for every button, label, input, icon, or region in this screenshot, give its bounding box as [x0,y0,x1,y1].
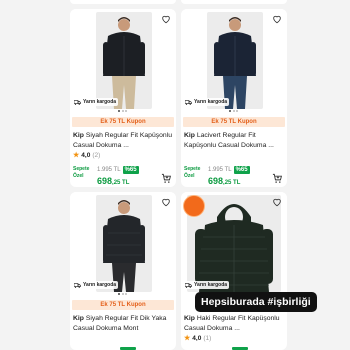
discount-badge: %65 [233,166,250,174]
product-name: Siyah Regular Fit Dik Yaka Casual Dokuma… [73,315,167,332]
shipping-text: Yarın kargoda [83,99,117,105]
new-price: 698,25 TL [208,176,240,186]
discount-badge: %65 [122,166,139,174]
image-pager [118,110,127,112]
shipping-badge: Yarın kargoda [183,98,230,106]
shipping-text: Yarın kargoda [194,282,228,288]
product-photo [96,12,152,109]
coupon-label: Ek 75 TL Kupon [183,117,285,127]
product-card[interactable]: Yarın kargoda Kip Haki Regular Fit Kapüş… [181,192,287,350]
old-price-row: 1.995 TL %65 [97,166,139,174]
new-price-main: 698 [97,176,113,186]
heart-icon[interactable] [159,195,173,209]
product-card[interactable]: Yarın kargoda Ek 75 TL Kupon Kip Siyah R… [70,192,176,350]
basket-special-label: Sepete Özel [73,166,89,179]
promo-badge [183,195,205,217]
product-name: Lacivert Regular Fit Kapüşonlu Casual Do… [184,132,274,149]
new-price: 698,25 TL [97,176,129,186]
product-photo [96,195,152,292]
coupon-label: Ek 75 TL Kupon [72,117,174,127]
truck-icon [185,282,192,288]
product-title[interactable]: Kip Lacivert Regular Fit Kapüşonlu Casua… [184,131,284,150]
basket-label-line1: Sepete [73,166,90,172]
product-photo [207,12,263,109]
star-icon: ★ [73,152,80,159]
add-to-cart-icon[interactable] [270,171,284,185]
basket-label-line2: Özel [73,172,84,179]
product-name: Haki Regular Fit Kapüşonlu Casual Dokuma… [184,315,280,332]
old-price: 1.995 TL [97,167,121,173]
image-pager [229,110,238,112]
add-to-cart-icon[interactable] [159,171,173,185]
review-count: (1) [203,334,212,342]
rating-value: 4,0 [192,334,202,342]
shipping-badge: Yarın kargoda [72,281,119,289]
star-icon: ★ [184,335,191,342]
product-image[interactable]: Yarın kargoda [181,9,287,114]
rating: ★ 4,0 (1) [184,334,212,343]
rating: ★ 4,0 (2) [73,151,101,160]
coupon-label: Ek 75 TL Kupon [72,300,174,310]
rating-value: 4,0 [81,151,91,159]
review-count: (2) [92,151,101,159]
product-title[interactable]: Kip Siyah Regular Fit Dik Yaka Casual Do… [73,314,173,333]
product-image[interactable]: Yarın kargoda [70,9,176,114]
sponsorship-watermark: Hepsiburada #işbirliği [195,292,317,312]
basket-label-line2: Özel [184,172,195,179]
product-brand: Kip [184,132,195,139]
basket-special-label: Sepete Özel [184,166,200,179]
product-card[interactable]: Yarın kargoda Ek 75 TL Kupon Kip Laciver… [181,9,287,187]
previous-card-edge [181,0,287,4]
product-brand: Kip [73,132,84,139]
new-price-cents: ,25 TL [223,180,241,186]
truck-icon [74,282,81,288]
heart-icon[interactable] [159,12,173,26]
product-card[interactable]: Yarın kargoda Ek 75 TL Kupon Kip Siyah R… [70,9,176,187]
product-name: Siyah Regular Fit Kapüşonlu Casual Dokum… [73,132,172,149]
image-pager [118,293,127,295]
product-image[interactable]: Yarın kargoda [70,192,176,297]
heart-icon[interactable] [270,12,284,26]
previous-card-edge [70,0,176,4]
product-image[interactable]: Yarın kargoda [181,192,287,297]
product-brand: Kip [73,315,84,322]
shipping-text: Yarın kargoda [194,99,228,105]
new-price-cents: ,25 TL [112,180,130,186]
old-price: 1.995 TL [208,167,232,173]
shipping-text: Yarın kargoda [83,282,117,288]
product-title[interactable]: Kip Haki Regular Fit Kapüşonlu Casual Do… [184,314,284,333]
basket-label-line1: Sepete [184,166,201,172]
product-title[interactable]: Kip Siyah Regular Fit Kapüşonlu Casual D… [73,131,173,150]
product-brand: Kip [184,315,195,322]
shipping-badge: Yarın kargoda [72,98,119,106]
heart-icon[interactable] [270,195,284,209]
truck-icon [74,99,81,105]
shipping-badge: Yarın kargoda [183,281,230,289]
new-price-main: 698 [208,176,224,186]
truck-icon [185,99,192,105]
old-price-row: 1.995 TL %65 [208,166,250,174]
